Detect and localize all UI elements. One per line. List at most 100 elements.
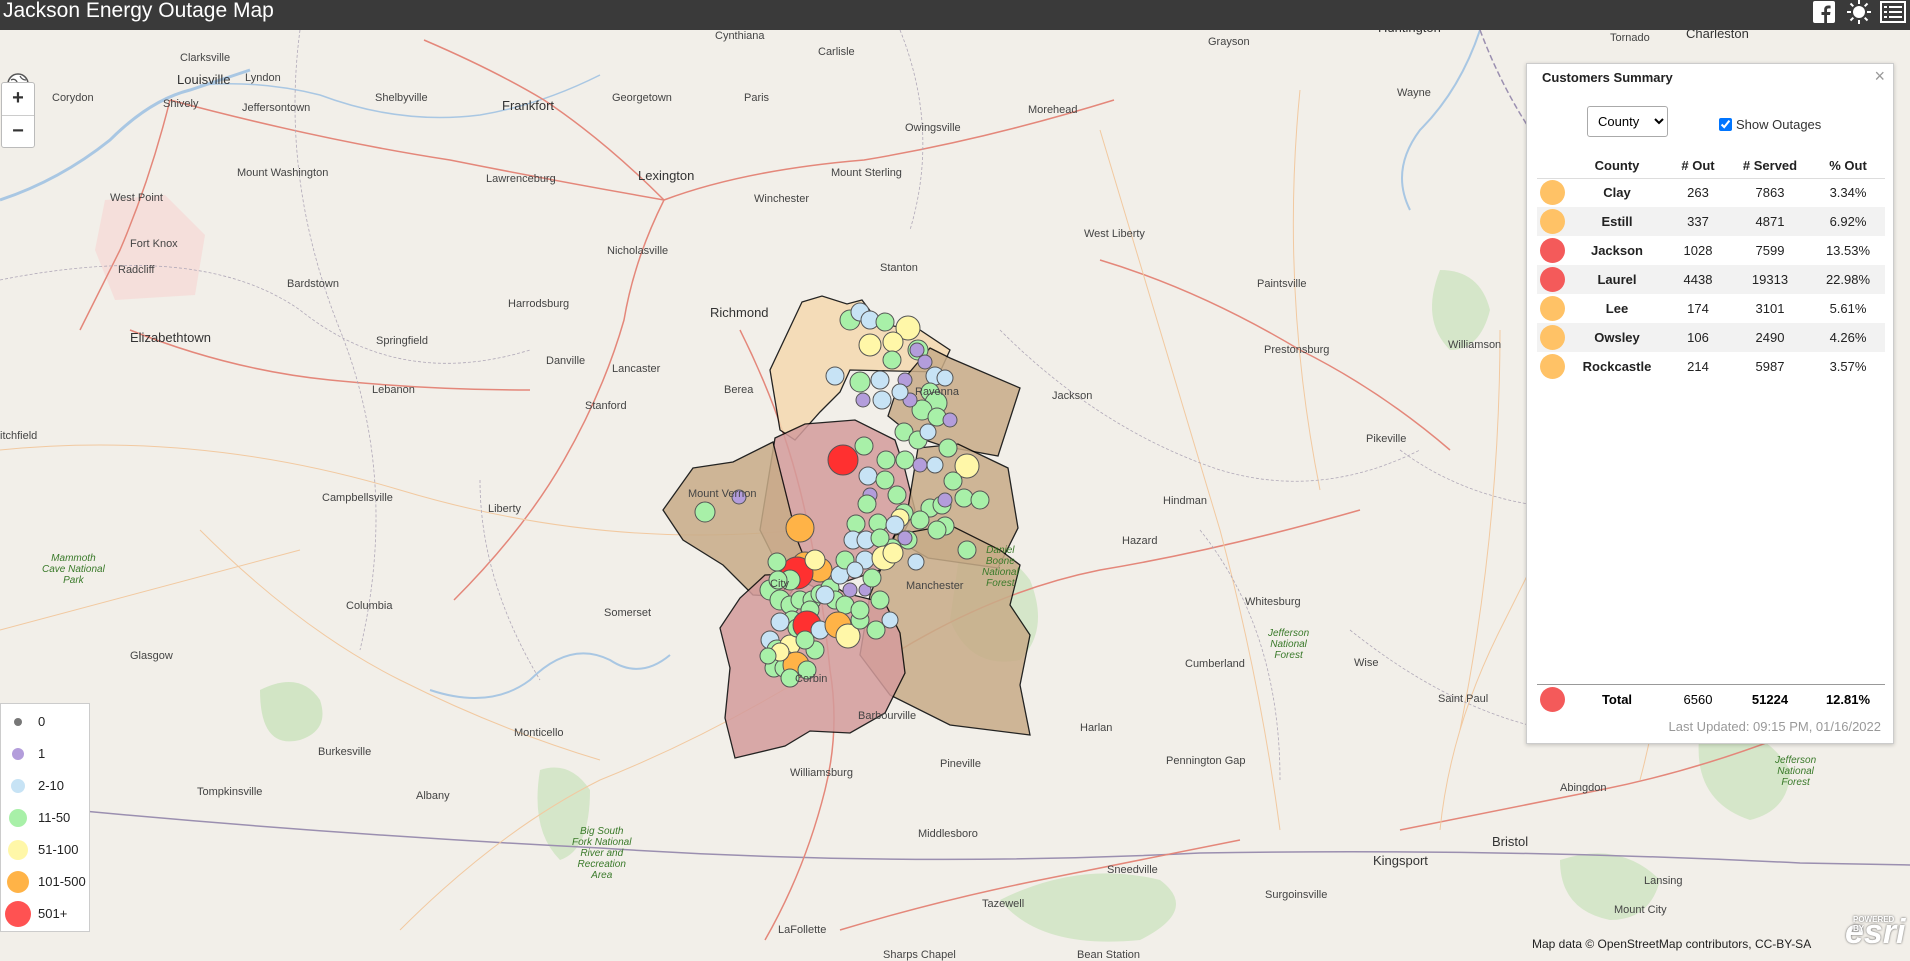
show-outages-checkbox[interactable] [1719,118,1732,131]
outage-marker[interactable] [970,490,990,510]
cell-out: 214 [1687,359,1709,374]
legend-item: 1 [1,738,91,770]
legend-label: 2-10 [38,778,65,793]
outage-marker[interactable] [936,369,954,387]
legend-dot [5,901,31,927]
place-label: Lancaster [612,363,661,375]
place-label: Elizabethtown [130,330,211,345]
outage-map[interactable]: Louisville Clarksville Lyndon Corydon Shivel… [0,30,1910,961]
place-label: Stanton [880,262,918,274]
outage-marker[interactable] [897,530,913,546]
esri-logo: POWERED BY esri [1845,913,1906,952]
outage-marker[interactable] [804,549,826,571]
outage-marker[interactable] [882,331,904,353]
table-row[interactable]: Owsley 106 2490 4.26% [1537,323,1885,352]
outage-marker[interactable] [827,444,859,476]
legend-item: 11-50 [1,802,91,834]
legend-item: 101-500 [1,866,91,898]
table-row[interactable]: Clay 263 7863 3.34% [1537,178,1885,207]
outage-marker[interactable] [846,514,866,534]
outage-marker[interactable] [694,501,716,523]
outage-marker[interactable] [759,647,777,665]
outage-marker[interactable] [881,611,899,629]
outage-marker[interactable] [926,456,944,474]
place-label: Paintsville [1257,278,1307,290]
outage-marker[interactable] [887,485,907,505]
place-label: Lyndon [245,72,281,84]
place-label: Huntington [1378,30,1441,35]
zoom-in-button[interactable]: + [2,83,34,115]
outage-marker[interactable] [767,552,787,572]
outage-marker[interactable] [870,528,890,548]
total-label: Total [1601,692,1633,707]
outage-marker[interactable] [854,436,874,456]
outage-marker[interactable] [785,513,815,543]
cell-pct: 3.34% [1829,185,1867,201]
outage-marker[interactable] [895,450,915,470]
outage-marker[interactable] [815,585,835,605]
outage-marker[interactable] [882,542,904,564]
table-row[interactable]: Estill 337 4871 6.92% [1537,207,1885,236]
outage-marker[interactable] [891,383,909,401]
outage-marker[interactable] [919,423,937,441]
outage-marker[interactable] [855,392,871,408]
outage-marker[interactable] [846,561,864,579]
outage-marker[interactable] [885,515,905,535]
outage-marker[interactable] [872,390,892,410]
outage-marker[interactable] [957,540,977,560]
place-label: Louisville [177,72,231,87]
outage-marker[interactable] [866,620,886,640]
outage-marker[interactable] [938,438,958,458]
outage-marker[interactable] [849,371,871,393]
place-label: Stanford [585,400,627,412]
place-label: Carlisle [818,46,855,58]
show-outages-toggle[interactable]: Show Outages [1719,117,1821,132]
group-by-select[interactable]: County [1587,106,1668,137]
outage-marker[interactable] [875,312,895,332]
outage-marker[interactable] [882,350,902,370]
table-row[interactable]: Jackson 1028 7599 13.53% [1537,236,1885,265]
outage-marker[interactable] [909,342,925,358]
outage-marker[interactable] [876,450,896,470]
table-row[interactable]: Lee 174 3101 5.61% [1537,294,1885,323]
outage-marker[interactable] [825,366,845,386]
outage-marker[interactable] [875,470,895,490]
place-label: Liberty [488,503,522,515]
outage-marker[interactable] [954,488,974,508]
outage-marker[interactable] [858,333,882,357]
outage-marker[interactable] [770,612,790,632]
table-row[interactable]: Laurel 4438 19313 22.98% [1537,265,1885,294]
cell-served: 7599 [1755,243,1785,258]
facebook-icon[interactable] [1812,0,1838,24]
place-label: LaFollette [778,924,827,936]
col-county: County [1567,154,1667,179]
cell-out: 174 [1687,301,1709,316]
outage-marker[interactable] [870,370,890,390]
cell-out: 106 [1667,323,1729,352]
outage-marker[interactable] [912,457,928,473]
place-label: Cynthiana [715,30,765,42]
table-row[interactable]: Rockcastle 214 5987 3.57% [1537,352,1885,381]
list-icon[interactable] [1880,0,1906,24]
zoom-out-button[interactable]: − [2,115,34,147]
close-icon[interactable]: × [1874,66,1885,87]
outage-marker[interactable] [910,510,930,530]
outage-marker[interactable] [795,630,815,650]
outage-marker[interactable] [917,354,933,370]
outage-marker[interactable] [937,492,953,508]
outage-marker[interactable] [942,412,958,428]
place-label: Ravenna [915,386,960,398]
outage-marker[interactable] [858,466,878,486]
outage-marker[interactable] [850,600,870,620]
outage-marker[interactable] [943,471,963,491]
outage-marker[interactable] [842,582,858,598]
outage-marker[interactable] [927,520,947,540]
cell-served: 7863 [1755,185,1785,201]
outage-marker[interactable] [862,568,882,588]
outage-marker[interactable] [870,590,890,610]
summary-table: County # Out # Served % Out Clay 263 7863 3… [1537,154,1885,381]
outage-marker[interactable] [857,494,877,514]
brightness-icon[interactable] [1846,0,1872,24]
outage-marker[interactable] [907,553,925,571]
cell-pct: 22.98% [1811,265,1885,294]
